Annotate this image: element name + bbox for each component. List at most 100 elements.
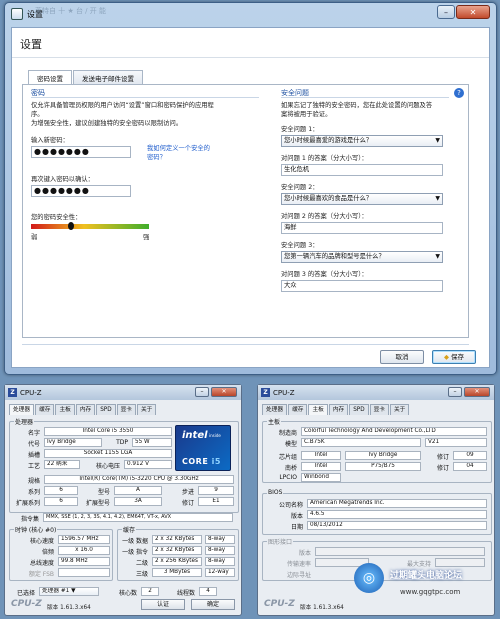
l2-label: 二级 [135, 560, 148, 567]
close-button[interactable]: ✕ [464, 387, 490, 397]
close-button[interactable]: ✕ [211, 387, 237, 397]
l2-ways: 8-way [205, 557, 235, 566]
tab-about[interactable]: 关于 [389, 404, 410, 415]
tab-cpu[interactable]: 处理器 [9, 404, 35, 415]
minimize-icon: – [444, 7, 448, 17]
southbridge-rev-label: 修订 [436, 465, 449, 472]
tab-graphics[interactable]: 显卡 [369, 404, 389, 415]
cpu-group-title: 处理器 [14, 417, 35, 426]
chipset-vendor: Intel [301, 451, 341, 460]
chipset-rev-label: 修订 [436, 454, 449, 461]
gfx-rate-value [315, 558, 369, 567]
validate-button[interactable]: 认证 [141, 599, 185, 610]
new-password-input[interactable]: ●●●●●●● [31, 146, 131, 158]
cpuz-footer: CPU-Z 版本 1.61.3.x64 [262, 599, 490, 611]
tab-spd[interactable]: SPD [96, 404, 116, 415]
lpcio-value: Winbond [301, 473, 341, 482]
instructions-label: 指令集 [20, 516, 39, 523]
selection-label: 已选择 [16, 590, 35, 597]
southbridge-rev: 04 [453, 462, 487, 471]
answer-1-input[interactable]: 生化危机 [281, 164, 443, 176]
lpcio-label: LPCIO [279, 474, 297, 481]
tab-spd[interactable]: SPD [349, 404, 369, 415]
gfx-max-label: 最大支持 [406, 561, 431, 568]
tab-cache[interactable]: 缓存 [35, 404, 55, 415]
mainboard-group-title: 主板 [267, 417, 282, 426]
threads-value: 4 [199, 587, 217, 596]
answer-3-label: 对问题 3 的答案（分大小写）： [281, 271, 368, 278]
ok-button[interactable]: 确定 [191, 599, 235, 610]
minimize-button[interactable]: – [448, 387, 462, 397]
l1i-ways: 8-way [205, 546, 235, 555]
core-speed-value: 1596.57 MHz [58, 535, 110, 544]
dropdown-arrow-icon: ▼ [435, 195, 440, 202]
tab-graphics[interactable]: 显卡 [116, 404, 136, 415]
processor-select[interactable]: 处理器 #1 ▼ [39, 587, 99, 596]
question-1-select[interactable]: 您小时候最喜爱的游戏是什么？ ▼ [281, 135, 443, 147]
l1d-ways: 8-way [205, 535, 235, 544]
model-label: 模型 [284, 441, 297, 448]
bios-date-label: 日期 [290, 524, 303, 531]
logo-brand: intel [182, 430, 208, 441]
cache-group: 缓存 一级 数据 2 x 32 KBytes 8-way 一级 指令 2 x 3… [117, 525, 239, 581]
save-button[interactable]: ◆ 保存 [432, 350, 476, 364]
cpuz-window-cpu: Z CPU-Z – ✕ 处理器 缓存 主板 内存 SPD 显卡 关于 处理器 名字… [4, 384, 242, 616]
mainboard-group: 主板 制造商 Colorful Technology And Developme… [262, 417, 492, 483]
chipset-label: 芯片组 [278, 454, 297, 461]
revision-label: 修订 [181, 500, 194, 507]
model-label: 型号 [97, 489, 110, 496]
answer-2-input[interactable]: 海鲜 [281, 222, 443, 234]
minimize-button[interactable]: – [195, 387, 209, 397]
help-icon[interactable]: ? [454, 88, 464, 98]
page-title: 设置 [12, 28, 489, 58]
bios-version-value: 4.6.5 [307, 510, 487, 519]
security-desc-1: 如果忘记了独特的安全密码，您在此处设置的问题及答 [281, 102, 433, 109]
logo-core: CORE i5 [182, 457, 221, 466]
voltage-value: 0.912 V [124, 460, 172, 469]
cores-value: 2 [141, 587, 159, 596]
tdp-label: TDP [116, 439, 128, 446]
password-strength-meter [31, 222, 149, 230]
tab-mainboard[interactable]: 主板 [55, 404, 75, 415]
question-3-select[interactable]: 您第一辆汽车的品牌和型号是什么？ ▼ [281, 251, 443, 263]
processor-select-value: 处理器 #1 [42, 588, 70, 594]
l1d-value: 2 x 32 KBytes [152, 535, 202, 544]
tab-cache[interactable]: 缓存 [288, 404, 308, 415]
graphics-group-title: 图形接口 [267, 537, 294, 546]
password-help-link[interactable]: 我如何定义一个安全的密码？ [147, 144, 213, 162]
cancel-button[interactable]: 取消 [380, 350, 424, 364]
tab-memory[interactable]: 内存 [75, 404, 96, 415]
question-2-select[interactable]: 您小时候最喜欢的食品是什么？ ▼ [281, 193, 443, 205]
tab-email[interactable]: 发送电子邮件设置 [73, 70, 143, 84]
settings-window: 莱特自 十 ★ 台 / 开 能 设置 – ✕ 设置 密码设置 发送电子邮件设置 … [4, 2, 497, 375]
strength-strong-label: 强 [143, 234, 150, 241]
tab-about[interactable]: 关于 [136, 404, 157, 415]
tab-password[interactable]: 密码设置 [28, 70, 72, 85]
bios-brand-label: 公司名称 [278, 502, 303, 509]
intel-core-i5-logo: intel inside CORE i5 [175, 425, 231, 471]
confirm-password-label: 再次键入密码以确认： [31, 176, 94, 183]
multiplier-label: 倍频 [41, 549, 54, 556]
strength-indicator [67, 222, 74, 230]
watermark-url: www.gqgtpc.com [400, 588, 461, 596]
instructions-value: MMX, SSE (1, 2, 3, 3S, 4.1, 4.2), EM64T,… [43, 513, 233, 522]
maker-label: 制造商 [278, 430, 297, 437]
confirm-password-input[interactable]: ●●●●●●● [31, 185, 131, 197]
rated-fsb-value [58, 568, 110, 577]
tab-cpu[interactable]: 处理器 [262, 404, 288, 415]
dropdown-arrow-icon: ▼ [435, 137, 440, 144]
answer-3-input[interactable]: 大众 [281, 280, 443, 292]
socket-label: 插槽 [27, 452, 40, 459]
tab-memory[interactable]: 内存 [328, 404, 349, 415]
cpuz-window-mainboard: Z CPU-Z – ✕ 处理器 缓存 主板 内存 SPD 显卡 关于 主板 制造商… [257, 384, 495, 616]
tab-mainboard[interactable]: 主板 [308, 404, 328, 415]
minimize-button[interactable]: – [437, 5, 455, 19]
tab-bar: 密码设置 发送电子邮件设置 [28, 70, 144, 85]
rated-fsb-label: 额定 FSB [28, 571, 54, 578]
l1d-label: 一级 数据 [122, 538, 148, 545]
save-label: 保存 [451, 353, 465, 361]
answer-2-label: 对问题 2 的答案（分大小写）： [281, 213, 368, 220]
close-button[interactable]: ✕ [456, 5, 490, 19]
l2-value: 2 x 256 KBytes [152, 557, 202, 566]
app-icon [11, 8, 23, 20]
